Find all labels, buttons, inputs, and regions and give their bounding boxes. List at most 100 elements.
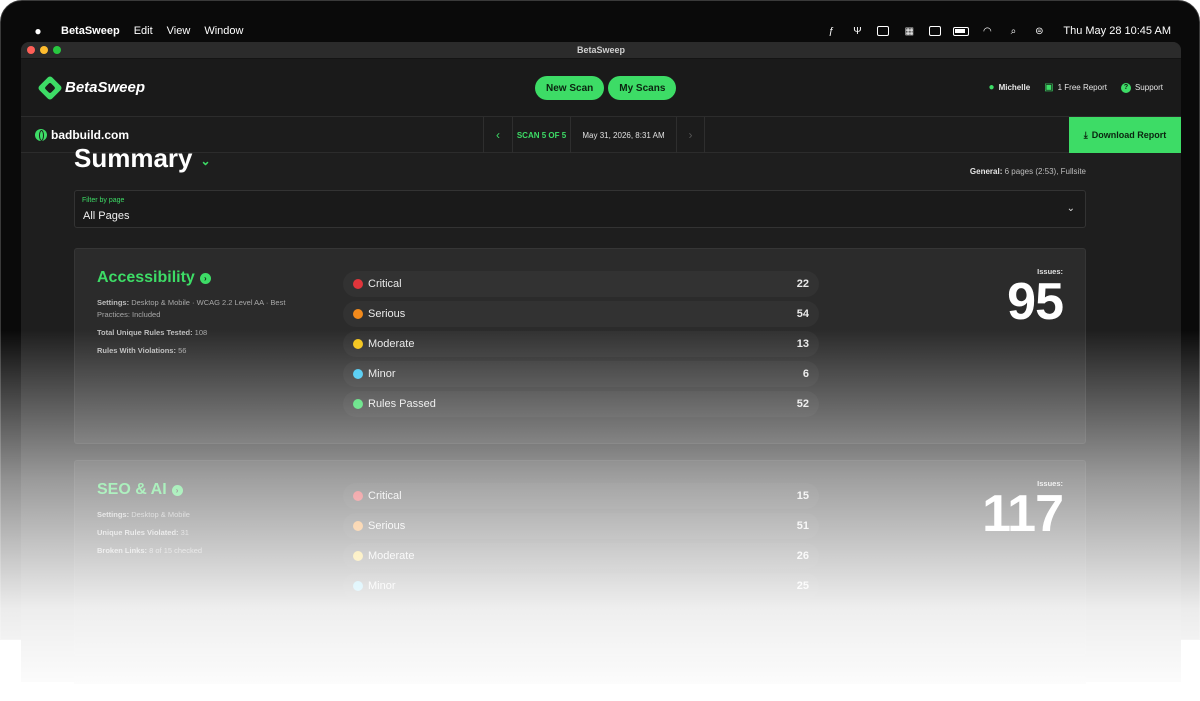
window-title: BetaSweep	[576, 45, 626, 55]
severity-count: 22	[796, 278, 809, 290]
accessibility-card: Accessibility › Settings: Desktop & Mobi…	[74, 248, 1086, 444]
page-title: Summary	[74, 143, 193, 173]
battery-icon[interactable]	[953, 25, 970, 37]
window-controls	[27, 46, 61, 54]
menu-app-name[interactable]: BetaSweep	[61, 25, 120, 37]
severity-row-rules-passed[interactable]: Rules Passed 52	[343, 391, 819, 417]
severity-row-moderate[interactable]: Moderate 26	[343, 543, 819, 569]
script-icon[interactable]: ƒ	[823, 25, 839, 37]
severity-label: Minor	[368, 368, 396, 380]
download-icon: ⤓	[1083, 129, 1088, 140]
severity-row-serious[interactable]: Serious 51	[343, 513, 819, 539]
issues-value: 117	[982, 485, 1064, 543]
severity-label: Moderate	[368, 338, 415, 350]
severity-label: Rules Passed	[368, 398, 436, 410]
wifi-icon[interactable]: ◠	[979, 25, 995, 37]
card-title[interactable]: Accessibility ›	[97, 269, 211, 287]
help-icon: ?	[1120, 82, 1131, 93]
severity-count: 51	[796, 520, 809, 532]
arrow-right-icon: ›	[199, 272, 211, 284]
my-scans-button[interactable]: My Scans	[608, 76, 677, 100]
card-title[interactable]: SEO & AI ›	[97, 481, 183, 499]
severity-dot-icon	[353, 581, 363, 591]
chevron-down-icon: ⌄	[200, 153, 211, 168]
severity-dot-icon	[353, 309, 363, 319]
logo-icon	[37, 74, 63, 101]
free-report-link[interactable]: ▣ 1 Free Report	[1044, 82, 1107, 93]
summary-title[interactable]: Summary ⌄	[74, 143, 211, 174]
severity-count: 25	[796, 580, 809, 592]
filter-label: Filter by page	[82, 197, 125, 204]
header-actions: New Scan My Scans	[535, 76, 677, 100]
arrow-right-icon: ›	[171, 484, 183, 496]
menubar-status-area: ƒ Ψ ▦ ◠ ⌕ ⊜ Thu May 28 10:45 AM	[823, 25, 1171, 37]
support-link[interactable]: ? Support	[1120, 82, 1163, 93]
user-menu[interactable]: ● Michelle	[989, 82, 1031, 93]
card-title-text: Accessibility	[97, 269, 195, 286]
severity-label: Critical	[368, 278, 402, 290]
next-card-edge	[74, 674, 1086, 684]
severity-dot-icon	[353, 369, 363, 379]
logo[interactable]: BetaSweep	[37, 74, 146, 101]
site-name: badbuild.com	[35, 128, 129, 142]
severity-row-moderate[interactable]: Moderate 13	[343, 331, 819, 357]
severity-row-minor[interactable]: Minor 25	[343, 573, 819, 599]
site-domain: badbuild.com	[51, 127, 129, 142]
severity-label: Minor	[368, 580, 396, 592]
search-icon[interactable]: ⌕	[1005, 25, 1021, 37]
severity-count: 6	[802, 368, 809, 380]
severity-dot-icon	[353, 551, 363, 561]
chevron-down-icon: ⌄	[1066, 203, 1075, 214]
severity-label: Critical	[368, 490, 402, 502]
severity-row-minor[interactable]: Minor 6	[343, 361, 819, 387]
zoom-window-button[interactable]	[53, 46, 61, 54]
filter-value: All Pages	[83, 210, 130, 222]
severity-row-critical[interactable]: Critical 22	[343, 271, 819, 297]
app-header: BetaSweep New Scan My Scans ● Michelle ▣…	[21, 59, 1181, 117]
seo-ai-card: SEO & AI › Settings: Desktop & Mobile Un…	[74, 460, 1086, 656]
logo-text: BetaSweep	[65, 79, 146, 96]
close-window-button[interactable]	[27, 46, 35, 54]
screen-icon[interactable]	[875, 25, 891, 37]
severity-row-serious[interactable]: Serious 54	[343, 301, 819, 327]
page-filter-select[interactable]: Filter by page All Pages ⌄	[74, 190, 1086, 228]
control-center-icon[interactable]: ⊜	[1031, 25, 1047, 37]
general-info: General: 6 pages (2:53), Fullsite	[970, 167, 1086, 176]
grid-icon[interactable]: ▦	[901, 25, 917, 37]
severity-count: 54	[796, 308, 809, 320]
issues-total: Issues: 95	[1007, 267, 1064, 331]
tools-icon[interactable]: Ψ	[849, 25, 865, 37]
meta-rules-violated: Unique Rules Violated: 31	[97, 528, 189, 537]
meta-rules-tested: Total Unique Rules Tested: 108	[97, 328, 208, 337]
menu-window[interactable]: Window	[204, 25, 243, 37]
card-meta: Settings: Desktop & Mobile · WCAG 2.2 Le…	[97, 297, 307, 363]
general-value: 6 pages (2:53), Fullsite	[1004, 167, 1086, 176]
download-label: Download Report	[1091, 130, 1167, 140]
severity-row-critical[interactable]: Critical 15	[343, 483, 819, 509]
macos-menubar: ● BetaSweep Edit View Window ƒ Ψ ▦ ◠ ⌕ ⊜…	[19, 19, 1183, 43]
general-label: General:	[969, 167, 1003, 176]
meta-broken-links: Broken Links: 8 of 15 checked	[97, 546, 203, 555]
support-label: Support	[1134, 83, 1163, 92]
severity-dot-icon	[353, 491, 363, 501]
meta-settings: Settings: Desktop & Mobile · WCAG 2.2 Le…	[97, 298, 286, 319]
severity-label: Serious	[368, 520, 406, 532]
severity-dot-icon	[353, 339, 363, 349]
card-title-text: SEO & AI	[97, 481, 167, 498]
free-report-label: 1 Free Report	[1057, 83, 1107, 92]
display-icon[interactable]	[927, 25, 943, 37]
meta-settings: Settings: Desktop & Mobile	[97, 510, 190, 519]
severity-dot-icon	[353, 521, 363, 531]
severity-count: 26	[796, 550, 809, 562]
severity-count: 13	[796, 338, 809, 350]
new-scan-button[interactable]: New Scan	[535, 76, 605, 100]
minimize-window-button[interactable]	[40, 46, 48, 54]
menu-view[interactable]: View	[167, 25, 191, 37]
menu-edit[interactable]: Edit	[134, 25, 153, 37]
globe-icon	[35, 128, 47, 141]
issues-value: 95	[1007, 273, 1064, 331]
apple-icon[interactable]: ●	[31, 24, 45, 38]
severity-dot-icon	[353, 279, 363, 289]
menubar-clock[interactable]: Thu May 28 10:45 AM	[1063, 25, 1171, 37]
severity-label: Moderate	[368, 550, 415, 562]
